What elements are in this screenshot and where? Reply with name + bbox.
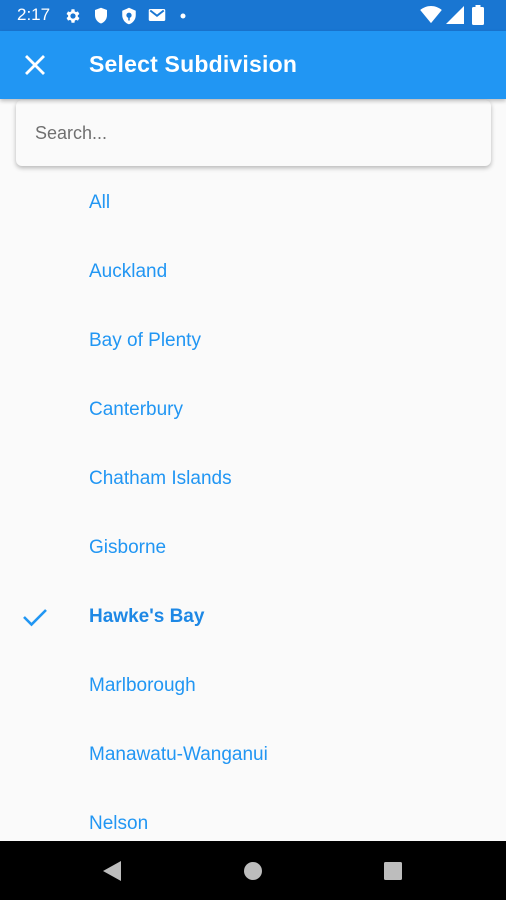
list-item-label: Chatham Islands bbox=[89, 467, 232, 489]
vpn-shield-icon bbox=[122, 7, 136, 25]
back-button[interactable] bbox=[82, 841, 142, 900]
status-time: 2:17 bbox=[17, 5, 51, 24]
list-item[interactable]: Marlborough bbox=[0, 651, 506, 720]
list-item-label: Gisborne bbox=[89, 536, 167, 558]
recents-button[interactable] bbox=[363, 841, 423, 900]
home-icon bbox=[244, 861, 262, 880]
list-item[interactable]: All bbox=[0, 168, 506, 237]
list-item[interactable]: Chatham Islands bbox=[0, 444, 506, 513]
list-item-selected[interactable]: Hawke's Bay bbox=[0, 582, 506, 651]
app-bar: Select Subdivision bbox=[0, 31, 506, 99]
back-icon bbox=[103, 860, 121, 881]
list-item[interactable]: Auckland bbox=[0, 237, 506, 306]
list-item-label: Nelson bbox=[89, 812, 149, 834]
list-item[interactable]: Canterbury bbox=[0, 375, 506, 444]
list-item-label: All bbox=[89, 191, 111, 213]
recents-icon bbox=[384, 861, 402, 880]
navigation-bar bbox=[0, 841, 506, 900]
signal-icon bbox=[446, 6, 464, 24]
check-icon bbox=[23, 608, 47, 626]
status-icons-right bbox=[420, 5, 494, 26]
list-item-label: Canterbury bbox=[89, 398, 183, 420]
page-title: Select Subdivision bbox=[89, 51, 298, 77]
wifi-icon bbox=[420, 6, 442, 24]
close-icon bbox=[25, 55, 45, 75]
gmail-icon bbox=[148, 9, 166, 21]
list-item-label: Hawke's Bay bbox=[89, 605, 205, 627]
dot-icon bbox=[180, 13, 186, 19]
status-bar: 2:17 bbox=[0, 0, 506, 31]
list-item[interactable]: Bay of Plenty bbox=[0, 306, 506, 375]
list-item-label: Marlborough bbox=[89, 674, 196, 696]
search-input[interactable] bbox=[16, 100, 491, 166]
list-item-label: Bay of Plenty bbox=[89, 329, 201, 351]
list-item[interactable]: Gisborne bbox=[0, 513, 506, 582]
list-item-label: Manawatu-Wanganui bbox=[89, 743, 268, 765]
search-card bbox=[16, 100, 491, 166]
settings-icon bbox=[66, 9, 80, 23]
shield-icon bbox=[95, 7, 107, 24]
subdivision-list: All Auckland Bay of Plenty Canterbury Ch… bbox=[0, 168, 506, 841]
home-button[interactable] bbox=[223, 841, 283, 900]
battery-icon bbox=[472, 5, 484, 25]
close-button[interactable] bbox=[14, 44, 56, 86]
list-item[interactable]: Nelson bbox=[0, 789, 506, 841]
list-item-label: Auckland bbox=[89, 260, 168, 282]
list-item[interactable]: Manawatu-Wanganui bbox=[0, 720, 506, 789]
